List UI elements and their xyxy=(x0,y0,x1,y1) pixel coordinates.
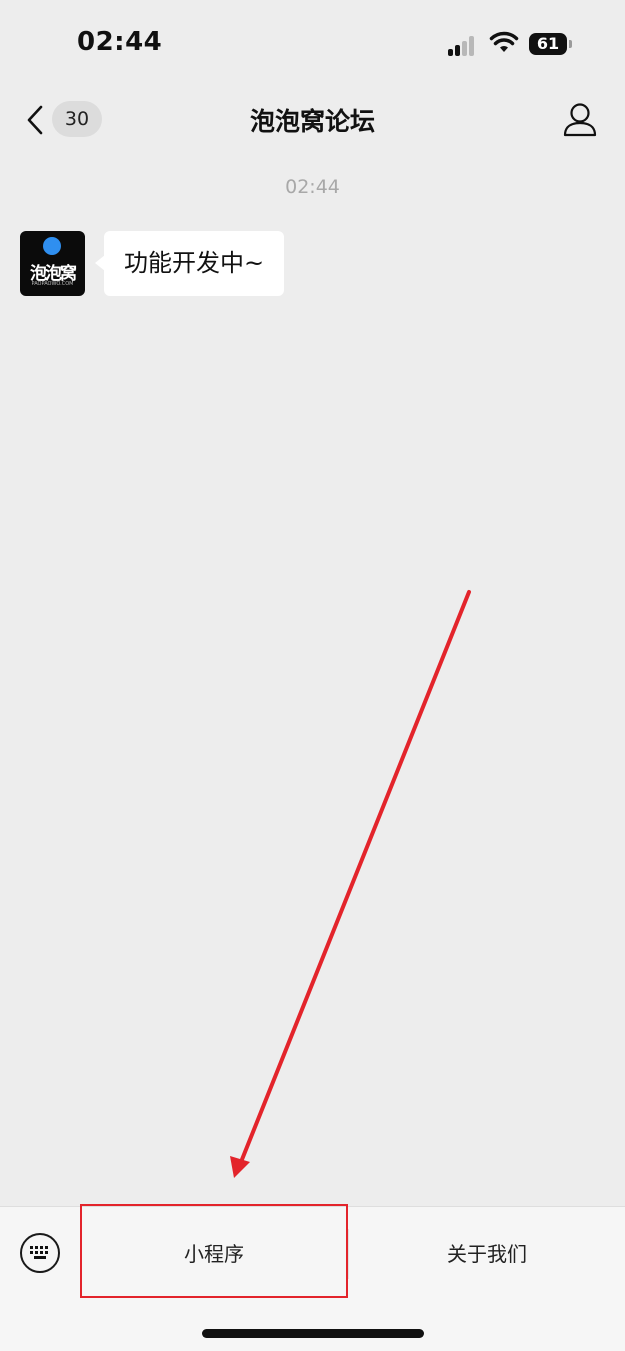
bottom-menu-bar: 小程序 关于我们 xyxy=(0,1206,625,1351)
home-indicator xyxy=(202,1329,424,1338)
menu-item-about-us[interactable]: 关于我们 xyxy=(349,1229,625,1279)
keyboard-toggle-button[interactable] xyxy=(20,1233,60,1273)
avatar-logo-subtext: PAOPAOWO.COM xyxy=(31,281,74,287)
signal-icon xyxy=(448,34,480,56)
status-time: 02:44 xyxy=(77,27,163,57)
message-timestamp: 02:44 xyxy=(285,176,340,198)
menu-item-mini-program[interactable]: 小程序 xyxy=(80,1229,348,1279)
battery-cap xyxy=(569,40,572,48)
message-bubble[interactable]: 功能开发中~ xyxy=(94,231,285,296)
nav-bar: 30 泡泡窝论坛 xyxy=(0,90,625,150)
chat-title: 泡泡窝论坛 xyxy=(249,107,375,136)
status-bar: 02:44 61 xyxy=(0,0,625,90)
battery-icon: 61 xyxy=(529,33,567,55)
keyboard-icon xyxy=(30,1246,48,1259)
logo-bubble-icon xyxy=(43,237,61,255)
person-icon xyxy=(563,103,597,137)
sender-avatar[interactable]: 泡泡窝 PAOPAOWO.COM xyxy=(20,231,85,296)
annotation-arrow-icon xyxy=(230,590,471,1178)
wifi-icon xyxy=(489,30,519,58)
profile-button[interactable] xyxy=(560,100,600,140)
